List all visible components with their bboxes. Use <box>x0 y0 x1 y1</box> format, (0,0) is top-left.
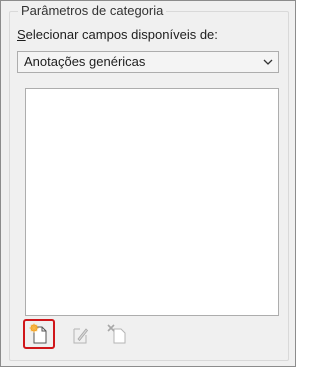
source-category-dropdown[interactable]: Anotações genéricas <box>17 51 279 73</box>
new-document-star-icon <box>29 323 47 344</box>
select-fields-label: Selecionar campos disponíveis de: <box>17 27 218 43</box>
select-label-hotkey: S <box>17 27 26 42</box>
pencil-document-icon <box>73 328 89 344</box>
delete-parameter-button[interactable] <box>101 319 133 349</box>
group-title: Parâmetros de categoria <box>18 3 167 19</box>
available-fields-list[interactable] <box>25 88 279 316</box>
dropdown-selected-value: Anotações genéricas <box>24 54 146 69</box>
delete-document-icon <box>107 324 126 344</box>
select-label-text: elecionar campos disponíveis de: <box>25 27 218 42</box>
category-parameters-panel: Parâmetros de categoria Selecionar campo… <box>0 0 296 367</box>
new-parameter-button[interactable] <box>23 319 55 349</box>
chevron-down-icon <box>263 59 273 65</box>
edit-parameter-button[interactable] <box>63 319 95 349</box>
